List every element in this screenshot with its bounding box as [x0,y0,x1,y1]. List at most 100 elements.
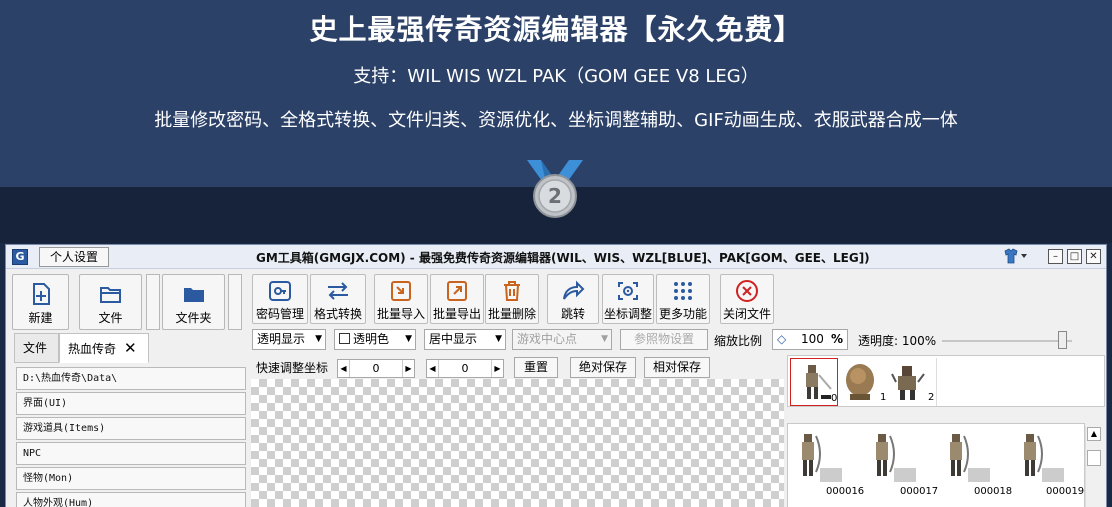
batch-export-button[interactable]: 批量导出 [430,274,484,324]
thumbnail-grid: 000016 000017 000018 000019 [787,423,1085,507]
zoom-label: 缩放比例 [714,334,763,348]
export-icon [447,281,467,301]
thumbnail-number: 2 [928,392,935,403]
batch-delete-button[interactable]: 批量删除 [485,274,539,324]
toolbar-separator [146,274,160,330]
zoom-unit: % [830,332,843,346]
preview-canvas[interactable] [251,379,784,507]
folder-open-icon [99,287,121,303]
password-manage-button[interactable]: 密码管理 [252,274,308,324]
chevron-down-icon: ▼ [315,334,322,344]
x-offset-spinner[interactable]: ◀ 0 ▶ [337,359,415,378]
tree-item-ui[interactable]: 界面(UI) [16,392,246,415]
jump-label: 跳转 [560,307,585,321]
center-mode-select[interactable]: 居中显示 ▼ [424,329,506,350]
minimize-button[interactable]: – [1048,249,1063,264]
shirt-icon[interactable] [1002,248,1032,266]
new-button-label: 新建 [28,311,53,325]
thumbnail-item[interactable]: 1 [840,358,888,406]
maximize-button[interactable]: □ [1067,249,1082,264]
batch-import-button[interactable]: 批量导入 [374,274,428,324]
increment-icon[interactable]: ▶ [491,360,503,377]
coord-adjust-button[interactable]: 坐标调整 [602,274,654,324]
close-file-button[interactable]: 关闭文件 [720,274,774,324]
format-convert-label: 格式转换 [313,307,362,321]
absolute-save-button[interactable]: 绝对保存 [570,357,636,378]
chevron-down-icon: ▼ [601,334,608,344]
decrement-icon[interactable]: ◀ [427,360,439,377]
format-convert-button[interactable]: 格式转换 [310,274,366,324]
hero-title: 史上最强传奇资源编辑器【永久免费】 [309,13,803,46]
scroll-up-icon[interactable]: ▲ [1087,427,1101,441]
tree-item-hum[interactable]: 人物外观(Hum) [16,492,246,507]
scroll-thumb[interactable] [1087,450,1101,466]
thumbnail-item[interactable]: 0 [790,358,838,406]
jump-arrow-icon [563,280,585,300]
batch-import-label: 批量导入 [376,307,425,321]
reset-button[interactable]: 重置 [514,357,558,378]
transparent-color-select[interactable]: 透明色 ▼ [334,329,416,350]
game-center-select[interactable]: 游戏中心点 ▼ [512,329,612,350]
ref-settings-button[interactable]: 参照物设置 [620,329,708,350]
open-file-button[interactable]: 文件 [79,274,142,330]
display-mode-value: 透明显示 [257,332,306,346]
close-icon[interactable]: ✕ [124,339,137,357]
increment-icon[interactable]: ▶ [402,360,414,377]
chevron-down-icon: ▼ [405,334,412,344]
eraser-icon: ◇ [777,332,787,346]
thumbnail-number: 000017 [900,486,939,497]
opacity-slider-track[interactable] [942,340,1072,342]
display-mode-select[interactable]: 透明显示 ▼ [252,329,326,350]
tab-rexue-label: 热血传奇 [68,342,117,356]
y-offset-value: 0 [461,362,469,375]
more-features-button[interactable]: 更多功能 [656,274,710,324]
close-file-label: 关闭文件 [722,307,771,321]
decrement-icon[interactable]: ◀ [338,360,350,377]
import-icon [391,281,411,301]
thumbnail-number: 000018 [974,486,1013,497]
thumbnail-item[interactable]: 000018 [938,428,1012,497]
thumbnail-scrollbar[interactable]: ▲ [1085,426,1102,507]
chevron-down-icon: ▼ [495,334,502,344]
toolbar-separator [228,274,242,330]
key-icon [269,281,291,301]
tree-item-items[interactable]: 游戏道具(Items) [16,417,246,440]
new-button[interactable]: 新建 [12,274,69,330]
thumbnail-item[interactable]: 000017 [864,428,938,497]
tree-item-npc[interactable]: NPC [16,442,246,465]
y-offset-spinner[interactable]: ◀ 0 ▶ [426,359,504,378]
opacity-slider-knob[interactable] [1058,331,1067,349]
grid-dots-icon [674,282,692,300]
close-window-button[interactable]: ✕ [1086,249,1101,264]
tab-rexue[interactable]: 热血传奇 ✕ [59,333,149,363]
thumbnail-number: 1 [880,392,887,403]
personal-settings-button[interactable]: 个人设置 [39,247,109,267]
thumbnail-number: 0 [831,393,838,404]
app-window: G 个人设置 GM工具箱(GMGJX.COM) - 最强免费传奇资源编辑器(WI… [5,244,1107,507]
thumbnail-strip-top: 0 1 2 [787,355,1105,407]
open-folder-button[interactable]: 文件夹 [162,274,225,330]
resource-tree: D:\热血传奇\Data\ 界面(UI) 游戏道具(Items) NPC 怪物(… [16,367,246,507]
jump-button[interactable]: 跳转 [547,274,599,324]
center-mode-value: 居中显示 [429,332,478,346]
new-file-icon [32,283,50,305]
hero-support-formats: 支持：WIL WIS WZL PAK（GOM GEE V8 LEG） [353,66,759,87]
batch-delete-label: 批量删除 [487,307,536,321]
window-title: GM工具箱(GMGJX.COM) - 最强免费传奇资源编辑器(WIL、WIS、W… [256,251,870,265]
thumbnail-empty [936,358,984,406]
tab-file-label: 文件 [23,341,48,355]
thumbnail-item[interactable]: 000019 [1012,428,1084,497]
relative-save-button[interactable]: 相对保存 [644,357,710,378]
thumbnail-item[interactable]: 2 [888,358,936,406]
trash-icon [504,281,520,301]
tree-item-path[interactable]: D:\热血传奇\Data\ [16,367,246,390]
coord-adjust-label: 坐标调整 [603,307,652,321]
hero-features: 批量修改密码、全格式转换、文件归类、资源优化、坐标调整辅助、GIF动画生成、衣服… [154,110,958,131]
more-features-label: 更多功能 [658,307,707,321]
thumbnail-item[interactable]: 000016 [790,428,864,497]
zoom-input[interactable]: ◇ 100 % [772,329,848,350]
transparent-color-checkbox[interactable] [339,333,350,344]
tree-item-mon[interactable]: 怪物(Mon) [16,467,246,490]
open-folder-label: 文件夹 [175,311,212,325]
tab-file[interactable]: 文件 [14,333,59,363]
